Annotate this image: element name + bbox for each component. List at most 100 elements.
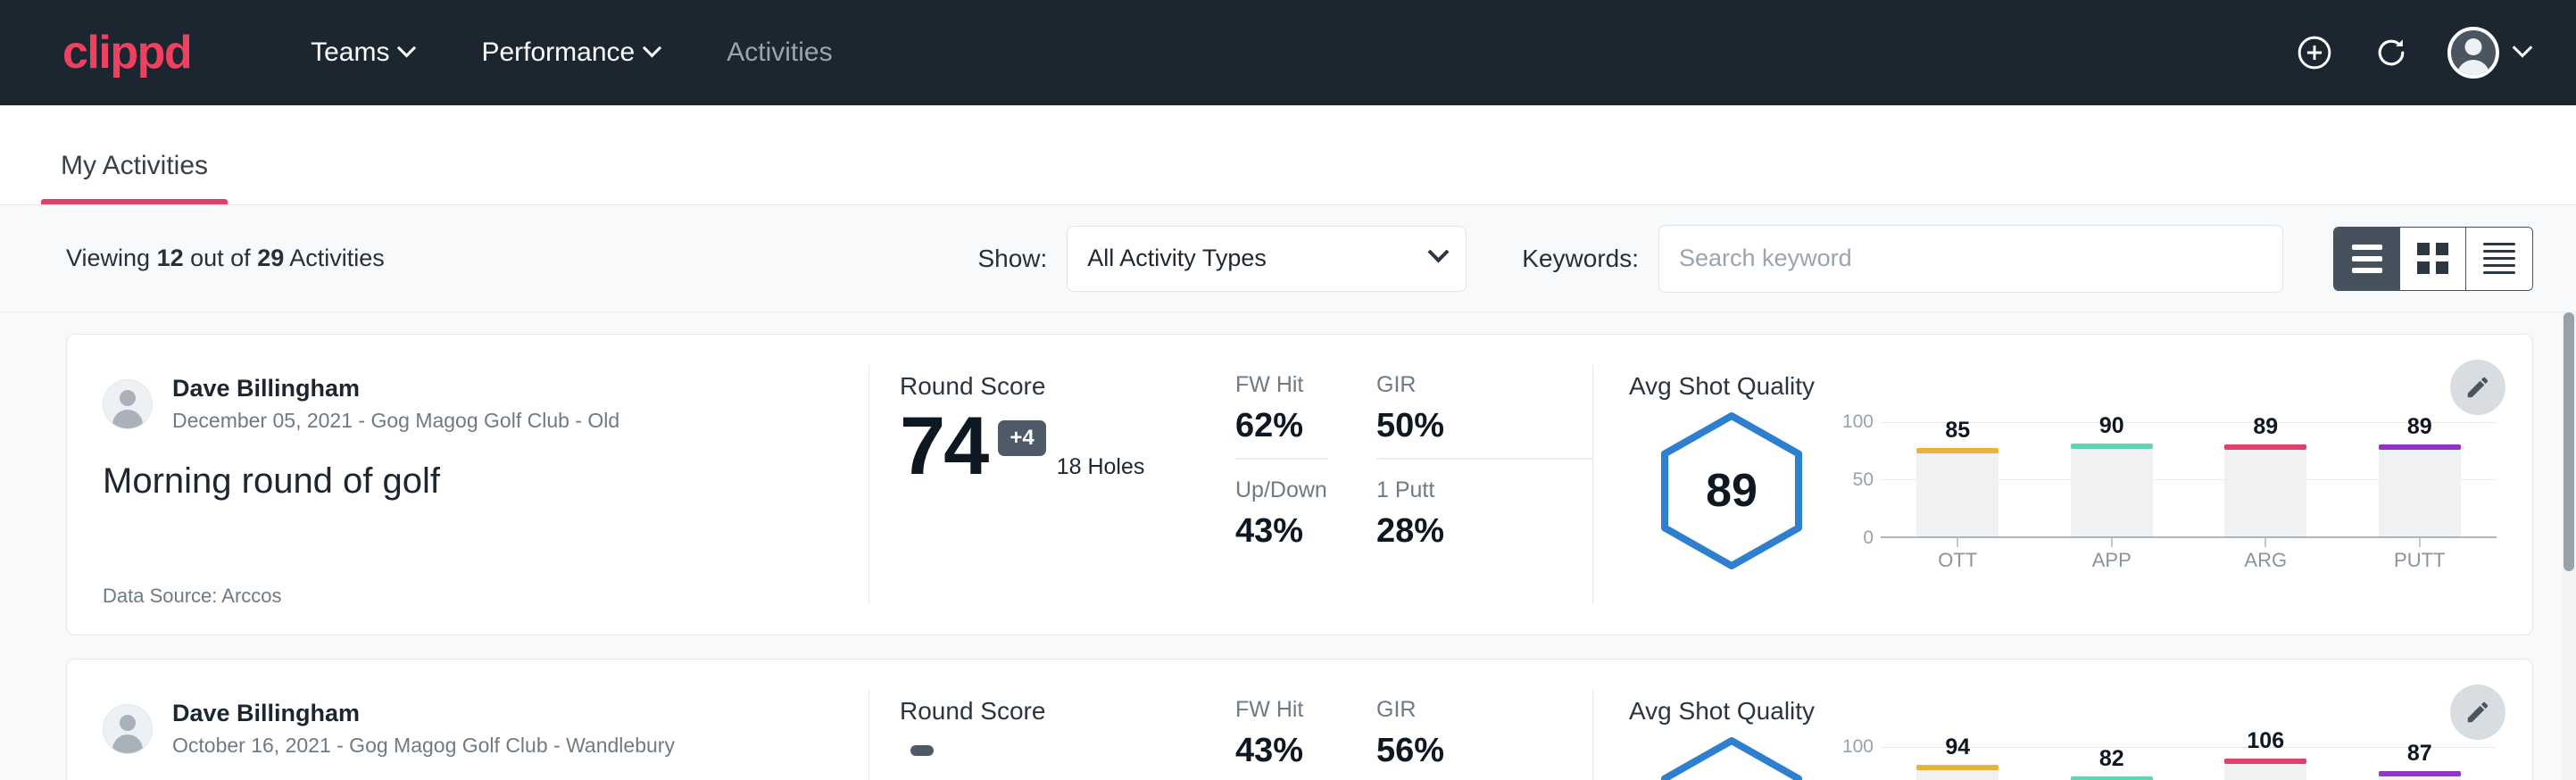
view-mode-compact[interactable] xyxy=(2466,228,2532,290)
avg-shot-quality-body: 89 100 50 0 xyxy=(1629,406,2497,572)
nav-item-teams-label: Teams xyxy=(311,37,389,68)
round-stats: FW Hit 62% GIR 50% Up/Down 43% 1 Putt 28… xyxy=(1235,335,1592,635)
round-score-section: Round Score xyxy=(869,660,1235,780)
bar-app-value: 90 xyxy=(2099,413,2124,439)
list-view-icon xyxy=(2352,245,2382,273)
y-tick-100: 100 xyxy=(1842,411,1874,433)
refresh-button[interactable] xyxy=(2371,32,2412,73)
activity-card[interactable]: Dave Billingham December 05, 2021 - Gog … xyxy=(66,334,2533,635)
bar-ott: 85 xyxy=(1881,422,2035,536)
bar-arg-value: 106 xyxy=(2247,728,2284,754)
page-scrollbar[interactable] xyxy=(2562,312,2576,780)
app-logo[interactable]: clippd xyxy=(62,29,191,76)
stat-fw-hit-value: 62% xyxy=(1235,407,1328,445)
filter-controls: Show: All Activity Types Keywords: xyxy=(977,225,2533,293)
score-to-par-badge: +4 xyxy=(998,420,1045,456)
bar-putt-rect xyxy=(2379,776,2461,780)
nav-item-performance[interactable]: Performance xyxy=(447,37,693,68)
stat-fw-hit-label: FW Hit xyxy=(1235,697,1328,723)
nav-item-teams[interactable]: Teams xyxy=(277,37,447,68)
bar-arg-cap xyxy=(2224,759,2306,764)
bar-ott-value: 94 xyxy=(1945,734,1970,760)
viewing-middle: out of xyxy=(184,245,258,271)
edit-activity-button[interactable] xyxy=(2450,685,2505,740)
bar-app-cap xyxy=(2071,444,2153,449)
bar-app-rect xyxy=(2071,448,2153,536)
search-input[interactable] xyxy=(1658,225,2283,293)
stat-1-putt-value: 28% xyxy=(1376,512,1592,551)
score-to-par-badge xyxy=(910,745,934,756)
viewing-suffix: Activities xyxy=(284,245,385,271)
top-navigation-bar: clippd Teams Performance Activities xyxy=(0,0,2576,105)
stat-gir: GIR 50% xyxy=(1376,372,1592,460)
nav-item-activities[interactable]: Activities xyxy=(693,37,866,68)
activity-list[interactable]: Dave Billingham December 05, 2021 - Gog … xyxy=(0,312,2576,780)
chart-x-labels: OTT APP ARG PUTT xyxy=(1881,549,2497,572)
bar-app-value: 82 xyxy=(2099,746,2124,772)
chart-plot-area: 85 90 89 xyxy=(1881,422,2497,538)
filter-bar: Viewing 12 out of 29 Activities Show: Al… xyxy=(0,205,2576,312)
bar-ott-cap xyxy=(1916,448,1998,453)
avg-shot-quality-label: Avg Shot Quality xyxy=(1629,697,2497,726)
bar-ott-cap xyxy=(1916,765,1998,770)
nav-item-performance-label: Performance xyxy=(481,37,635,68)
activity-meta: December 05, 2021 - Gog Magog Golf Club … xyxy=(172,408,619,435)
y-tick-50: 50 xyxy=(1853,469,1874,491)
stat-gir-value: 56% xyxy=(1376,732,1592,770)
chevron-down-icon xyxy=(2513,37,2533,58)
stat-gir-value: 50% xyxy=(1376,407,1592,445)
chevron-down-icon xyxy=(1428,241,1450,262)
x-label-arg: ARG xyxy=(2189,549,2343,572)
tab-my-activities[interactable]: My Activities xyxy=(41,151,228,204)
tab-bar: My Activities xyxy=(0,105,2576,205)
bar-putt-value: 87 xyxy=(2407,741,2432,767)
activity-card[interactable]: Dave Billingham October 16, 2021 - Gog M… xyxy=(66,659,2533,780)
chart-y-axis: 100 50 0 xyxy=(1834,747,1881,780)
round-score-row: 74 +4 18 Holes xyxy=(900,408,1235,485)
avatar xyxy=(103,379,153,429)
bar-arg-value: 89 xyxy=(2253,414,2278,440)
chevron-down-icon xyxy=(643,38,661,57)
edit-activity-button[interactable] xyxy=(2450,360,2505,415)
stat-gir-label: GIR xyxy=(1376,372,1592,398)
bar-putt-rect xyxy=(2379,449,2461,536)
round-score-value: 74 xyxy=(900,408,987,485)
stat-fw-hit: FW Hit 62% xyxy=(1235,372,1328,460)
bar-app-cap xyxy=(2071,776,2153,780)
round-score-section: Round Score 74 +4 18 Holes xyxy=(869,335,1235,635)
holes-count: 18 Holes xyxy=(1057,454,1145,485)
bar-arg: 106 xyxy=(2189,747,2343,780)
bar-ott: 94 xyxy=(1881,747,2035,780)
refresh-icon xyxy=(2372,33,2411,72)
bar-putt: 89 xyxy=(2343,422,2497,536)
keywords-label: Keywords: xyxy=(1522,245,1639,273)
bar-putt: 87 xyxy=(2343,747,2497,780)
bar-arg-cap xyxy=(2224,444,2306,450)
nav-item-activities-label: Activities xyxy=(727,37,832,68)
stat-gir: GIR 56% xyxy=(1376,697,1592,780)
bar-app: 82 xyxy=(2035,747,2190,780)
activity-author: Dave Billingham October 16, 2021 - Gog M… xyxy=(103,699,833,759)
stat-1-putt: 1 Putt 28% xyxy=(1376,477,1592,563)
activity-type-select[interactable]: All Activity Types xyxy=(1067,226,1467,292)
viewing-total: 29 xyxy=(257,245,284,271)
chart-y-axis: 100 50 0 xyxy=(1834,422,1881,538)
add-button[interactable] xyxy=(2294,32,2335,73)
shot-quality-chart: 100 50 0 85 xyxy=(1834,406,2497,572)
view-mode-grid[interactable] xyxy=(2400,228,2466,290)
stat-fw-hit: FW Hit 43% xyxy=(1235,697,1328,780)
stat-fw-hit-value: 43% xyxy=(1235,732,1328,770)
bar-arg: 89 xyxy=(2189,422,2343,536)
chart-bars: 85 90 89 xyxy=(1881,422,2497,536)
avg-shot-quality-value xyxy=(1659,736,1804,780)
scrollbar-thumb[interactable] xyxy=(2564,312,2574,571)
header-actions xyxy=(2294,27,2530,79)
viewing-summary: Viewing 12 out of 29 Activities xyxy=(66,245,385,272)
user-menu[interactable] xyxy=(2447,27,2530,79)
round-score-row xyxy=(900,733,1235,756)
view-mode-list[interactable] xyxy=(2334,228,2400,290)
x-label-putt: PUTT xyxy=(2343,549,2497,572)
main-navigation: Teams Performance Activities xyxy=(277,37,866,68)
stat-up-down: Up/Down 43% xyxy=(1235,477,1328,563)
round-score-label: Round Score xyxy=(900,697,1235,726)
